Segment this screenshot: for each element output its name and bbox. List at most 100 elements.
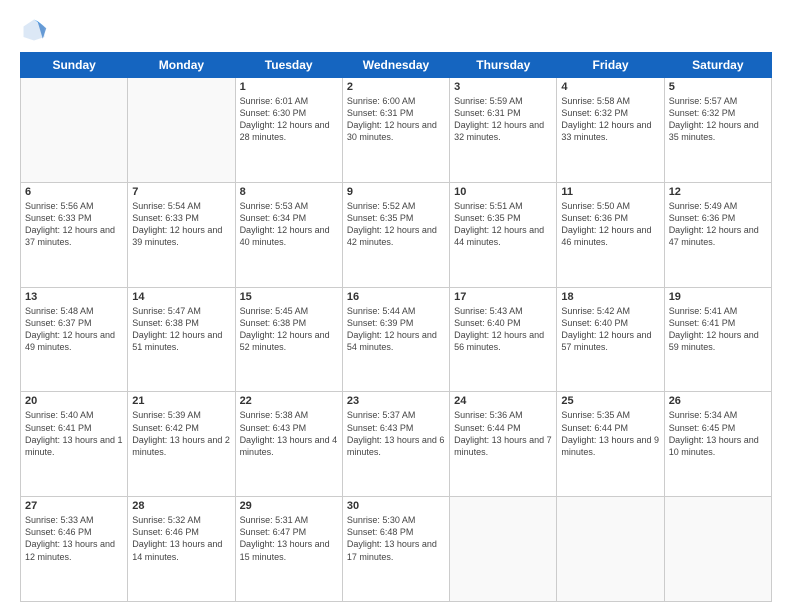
cell-day-number: 7 [132,186,230,198]
calendar-cell: 10 Sunrise: 5:51 AMSunset: 6:35 PMDayligh… [450,182,557,287]
cell-day-number: 2 [347,81,445,93]
cell-day-number: 23 [347,395,445,407]
cell-day-number: 24 [454,395,552,407]
cell-info: Sunrise: 5:52 AMSunset: 6:35 PMDaylight:… [347,200,445,249]
calendar-cell: 18 Sunrise: 5:42 AMSunset: 6:40 PMDayligh… [557,287,664,392]
day-header-monday: Monday [128,53,235,78]
calendar-cell: 2 Sunrise: 6:00 AMSunset: 6:31 PMDaylight… [342,78,449,183]
cell-day-number: 25 [561,395,659,407]
calendar-cell: 16 Sunrise: 5:44 AMSunset: 6:39 PMDayligh… [342,287,449,392]
calendar-cell: 13Sunrise: 5:48 AMSunset: 6:37 PMDayligh… [21,287,128,392]
calendar-cell: 17Sunrise: 5:43 AMSunset: 6:40 PMDayligh… [450,287,557,392]
calendar-cell: 3Sunrise: 5:59 AMSunset: 6:31 PMDaylight… [450,78,557,183]
cell-day-number: 28 [132,500,230,512]
calendar-cell: 22Sunrise: 5:38 AMSunset: 6:43 PMDayligh… [235,392,342,497]
calendar-cell: 5 Sunrise: 5:57 AMSunset: 6:32 PMDaylight… [664,78,771,183]
cell-day-number: 15 [240,291,338,303]
calendar-cell: 19 Sunrise: 5:41 AMSunset: 6:41 PMDayligh… [664,287,771,392]
calendar-cell: 9 Sunrise: 5:52 AMSunset: 6:35 PMDaylight… [342,182,449,287]
cell-info: Sunrise: 5:42 AMSunset: 6:40 PMDaylight:… [561,305,659,354]
calendar-cell: 4Sunrise: 5:58 AMSunset: 6:32 PMDaylight… [557,78,664,183]
cell-info: Sunrise: 5:45 AMSunset: 6:38 PMDaylight:… [240,305,338,354]
calendar-cell: 14Sunrise: 5:47 AMSunset: 6:38 PMDayligh… [128,287,235,392]
calendar-cell: 29Sunrise: 5:31 AMSunset: 6:47 PMDayligh… [235,497,342,602]
calendar-cell: 6 Sunrise: 5:56 AMSunset: 6:33 PMDaylight… [21,182,128,287]
calendar-cell: 15 Sunrise: 5:45 AMSunset: 6:38 PMDayligh… [235,287,342,392]
cell-day-number: 19 [669,291,767,303]
cell-day-number: 22 [240,395,338,407]
cell-day-number: 21 [132,395,230,407]
cell-info: Sunrise: 5:49 AMSunset: 6:36 PMDaylight:… [669,200,767,249]
cell-info: Sunrise: 5:34 AMSunset: 6:45 PMDaylight:… [669,409,767,458]
cell-info: Sunrise: 5:32 AMSunset: 6:46 PMDaylight:… [132,514,230,563]
calendar-cell: 23 Sunrise: 5:37 AMSunset: 6:43 PMDayligh… [342,392,449,497]
cell-day-number: 10 [454,186,552,198]
week-row-0: 1Sunrise: 6:01 AMSunset: 6:30 PMDaylight… [21,78,772,183]
calendar-header: SundayMondayTuesdayWednesdayThursdayFrid… [21,53,772,78]
cell-day-number: 26 [669,395,767,407]
calendar-cell [664,497,771,602]
header-row: SundayMondayTuesdayWednesdayThursdayFrid… [21,53,772,78]
cell-info: Sunrise: 5:50 AMSunset: 6:36 PMDaylight:… [561,200,659,249]
cell-day-number: 5 [669,81,767,93]
calendar-cell: 1Sunrise: 6:01 AMSunset: 6:30 PMDaylight… [235,78,342,183]
cell-day-number: 1 [240,81,338,93]
cell-day-number: 9 [347,186,445,198]
cell-info: Sunrise: 5:47 AMSunset: 6:38 PMDaylight:… [132,305,230,354]
cell-day-number: 4 [561,81,659,93]
calendar-cell: 26 Sunrise: 5:34 AMSunset: 6:45 PMDayligh… [664,392,771,497]
cell-info: Sunrise: 5:54 AMSunset: 6:33 PMDaylight:… [132,200,230,249]
calendar-cell: 20 Sunrise: 5:40 AMSunset: 6:41 PMDayligh… [21,392,128,497]
cell-info: Sunrise: 5:41 AMSunset: 6:41 PMDaylight:… [669,305,767,354]
day-header-wednesday: Wednesday [342,53,449,78]
cell-info: Sunrise: 5:53 AMSunset: 6:34 PMDaylight:… [240,200,338,249]
cell-info: Sunrise: 5:33 AMSunset: 6:46 PMDaylight:… [25,514,123,563]
day-header-friday: Friday [557,53,664,78]
cell-day-number: 27 [25,500,123,512]
cell-info: Sunrise: 5:43 AMSunset: 6:40 PMDaylight:… [454,305,552,354]
calendar-cell [128,78,235,183]
cell-day-number: 6 [25,186,123,198]
calendar-cell: 25 Sunrise: 5:35 AMSunset: 6:44 PMDayligh… [557,392,664,497]
logo-icon [20,16,48,44]
cell-info: Sunrise: 5:36 AMSunset: 6:44 PMDaylight:… [454,409,552,458]
cell-day-number: 20 [25,395,123,407]
cell-info: Sunrise: 5:40 AMSunset: 6:41 PMDaylight:… [25,409,123,458]
cell-day-number: 8 [240,186,338,198]
week-row-3: 20 Sunrise: 5:40 AMSunset: 6:41 PMDayligh… [21,392,772,497]
calendar-cell: 24 Sunrise: 5:36 AMSunset: 6:44 PMDayligh… [450,392,557,497]
week-row-2: 13Sunrise: 5:48 AMSunset: 6:37 PMDayligh… [21,287,772,392]
cell-info: Sunrise: 5:35 AMSunset: 6:44 PMDaylight:… [561,409,659,458]
calendar-body: 1Sunrise: 6:01 AMSunset: 6:30 PMDaylight… [21,78,772,602]
cell-day-number: 18 [561,291,659,303]
calendar-cell [21,78,128,183]
calendar-cell: 7 Sunrise: 5:54 AMSunset: 6:33 PMDaylight… [128,182,235,287]
week-row-1: 6 Sunrise: 5:56 AMSunset: 6:33 PMDaylight… [21,182,772,287]
cell-day-number: 12 [669,186,767,198]
cell-info: Sunrise: 5:44 AMSunset: 6:39 PMDaylight:… [347,305,445,354]
cell-info: Sunrise: 5:37 AMSunset: 6:43 PMDaylight:… [347,409,445,458]
cell-info: Sunrise: 5:56 AMSunset: 6:33 PMDaylight:… [25,200,123,249]
cell-info: Sunrise: 6:00 AMSunset: 6:31 PMDaylight:… [347,95,445,144]
calendar-cell [450,497,557,602]
calendar-cell: 21 Sunrise: 5:39 AMSunset: 6:42 PMDayligh… [128,392,235,497]
calendar-cell: 27 Sunrise: 5:33 AMSunset: 6:46 PMDayligh… [21,497,128,602]
day-header-thursday: Thursday [450,53,557,78]
cell-info: Sunrise: 5:39 AMSunset: 6:42 PMDaylight:… [132,409,230,458]
week-row-4: 27 Sunrise: 5:33 AMSunset: 6:46 PMDayligh… [21,497,772,602]
cell-day-number: 16 [347,291,445,303]
cell-info: Sunrise: 5:30 AMSunset: 6:48 PMDaylight:… [347,514,445,563]
cell-info: Sunrise: 5:57 AMSunset: 6:32 PMDaylight:… [669,95,767,144]
cell-day-number: 30 [347,500,445,512]
cell-info: Sunrise: 5:48 AMSunset: 6:37 PMDaylight:… [25,305,123,354]
calendar-cell: 11Sunrise: 5:50 AMSunset: 6:36 PMDayligh… [557,182,664,287]
calendar-cell: 8 Sunrise: 5:53 AMSunset: 6:34 PMDaylight… [235,182,342,287]
calendar-cell: 12 Sunrise: 5:49 AMSunset: 6:36 PMDayligh… [664,182,771,287]
header [20,16,772,44]
cell-day-number: 29 [240,500,338,512]
cell-info: Sunrise: 5:51 AMSunset: 6:35 PMDaylight:… [454,200,552,249]
calendar-table: SundayMondayTuesdayWednesdayThursdayFrid… [20,52,772,602]
calendar-cell [557,497,664,602]
day-header-tuesday: Tuesday [235,53,342,78]
page: SundayMondayTuesdayWednesdayThursdayFrid… [0,0,792,612]
